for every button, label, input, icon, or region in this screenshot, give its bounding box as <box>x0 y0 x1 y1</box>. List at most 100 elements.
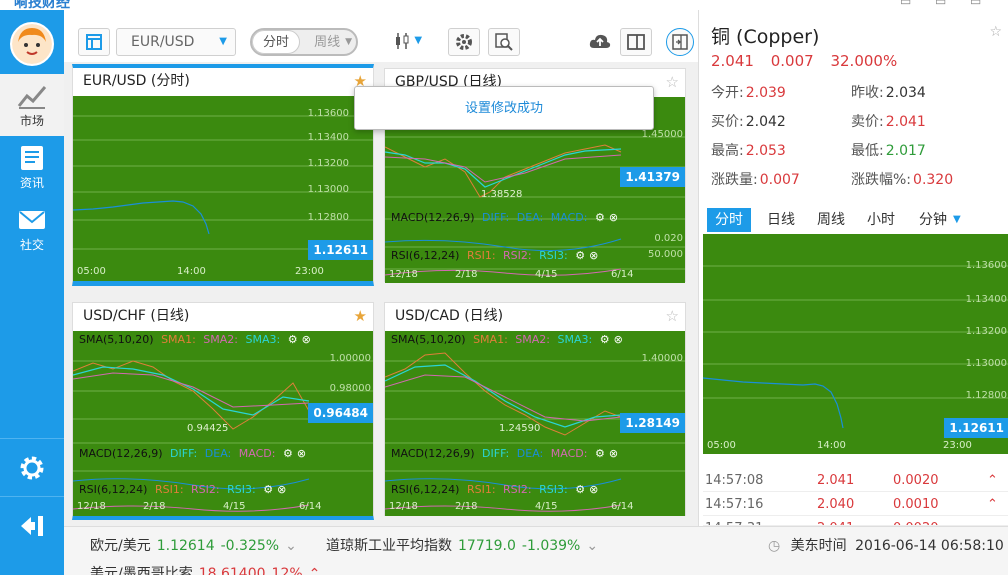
rsi2: RSI2: <box>191 483 220 496</box>
close-icon[interactable]: ⊗ <box>589 249 598 262</box>
chart-area[interactable]: 1.13600 1.13400 1.13200 1.13000 1.12800 … <box>73 96 373 281</box>
settings-icon[interactable]: ⚙ <box>263 483 273 496</box>
x-tick: 12/18 <box>389 269 418 280</box>
star-icon[interactable]: ☆ <box>989 24 1002 40</box>
market-ticker: 欧元/美元 1.12614 -0.325% ⌄ 道琼斯工业平均指数 17719.0 -1.… <box>64 526 1008 575</box>
x-tick: 4/15 <box>535 269 558 280</box>
star-icon[interactable]: ☆ <box>666 303 679 329</box>
settings-icon[interactable]: ⚙ <box>288 333 298 346</box>
y-tick: 1.13200 <box>307 158 349 169</box>
trade-volume: 0.0020 <box>893 473 939 488</box>
tab-hourly[interactable]: 小时 <box>867 208 895 232</box>
nav-item-social[interactable]: 社交 <box>0 198 64 260</box>
ticker-name: 道琼斯工业平均指数 <box>326 538 452 554</box>
stat-change-pct: 涨跌幅%: 0.320 <box>851 172 954 188</box>
close-icon[interactable]: ⊗ <box>609 211 618 224</box>
up-arrow-icon: ⌃ <box>308 566 321 575</box>
star-icon[interactable]: ★ <box>354 303 367 329</box>
trade-time: 14:57:16 <box>705 497 764 512</box>
price-tag: 1.12611 <box>944 418 1008 438</box>
chart-panel-eurusd[interactable]: EUR/USD (分时) ★ 1.13600 1.13400 1.13200 1.… <box>72 64 374 286</box>
trade-price: 2.041 <box>817 518 854 525</box>
macd-diff: DIFF: <box>170 447 198 460</box>
y-tick: 1.40000 <box>641 353 683 364</box>
x-tick: 05:00 <box>77 266 106 277</box>
chart-area[interactable]: SMA(5,10,20) SMA1: SMA2: SMA3: ⚙ ⊗ 1.4000… <box>385 331 685 516</box>
settings-icon[interactable]: ⚙ <box>595 447 605 460</box>
close-icon[interactable]: ⊗ <box>297 447 306 460</box>
symbol-select[interactable]: EUR/USD ▼ <box>116 28 236 56</box>
app-window: 嗬技财经 ▭ ▭ ▭ 市场 资讯 社交 EUR/USD ▼ 分时 周线 ▼ ▼ … <box>0 0 1008 575</box>
magnifier-icon <box>495 33 513 51</box>
star-icon[interactable]: ☆ <box>666 69 679 95</box>
gear-icon <box>20 456 44 480</box>
close-icon[interactable]: ⊗ <box>302 333 311 346</box>
settings-button[interactable] <box>448 28 480 56</box>
chart-mode-toggle[interactable]: 分时 周线 ▼ <box>250 28 358 56</box>
ticker-value: 1.12614 <box>156 538 215 554</box>
detail-chart[interactable]: 1.13600 1.13400 1.13200 1.13000 1.12800 … <box>703 234 1008 454</box>
chart-panel-usdcad[interactable]: USD/CAD (日线) ☆ SMA(5,10,20) SMA1: SMA2: S… <box>384 302 686 516</box>
x-tick: 6/14 <box>299 501 322 512</box>
chart-area[interactable]: SMA(5,10,20) SMA1: SMA2: SMA3: ⚙ ⊗ 1.0000… <box>73 331 373 516</box>
mode-realtime[interactable]: 分时 <box>252 30 301 54</box>
nav-item-news[interactable]: 资讯 <box>0 136 64 198</box>
chart-panel-usdchf[interactable]: USD/CHF (日线) ★ SMA(5,10,20) SMA1: SMA2: S… <box>72 302 374 520</box>
tab-minute[interactable]: 分钟 <box>919 208 947 232</box>
sma-label: SMA(5,10,20) <box>391 333 466 346</box>
ticker-item[interactable]: 欧元/美元 1.12614 -0.325% ⌄ <box>90 535 297 555</box>
tab-daily[interactable]: 日线 <box>767 208 795 232</box>
chevron-down-icon[interactable]: ▼ <box>953 208 961 232</box>
close-icon[interactable]: ⊗ <box>277 483 286 496</box>
price-tag: 1.28149 <box>620 413 685 433</box>
current-price: 2.041 <box>711 52 754 70</box>
logout-button[interactable] <box>0 496 64 554</box>
ticker-item[interactable]: 美元/墨西哥比索 18.61400 12% ⌃ <box>90 563 320 575</box>
x-tick: 14:00 <box>817 440 846 451</box>
restore-icon[interactable]: ▭ <box>935 0 946 8</box>
stat-bid: 买价: 2.042 <box>711 114 786 130</box>
close-icon[interactable]: ⊗ <box>589 483 598 496</box>
collapse-panel-button[interactable] <box>666 28 694 56</box>
ticker-item[interactable]: 道琼斯工业平均指数 17719.0 -1.039% ⌄ <box>326 535 598 555</box>
minimize-icon[interactable]: ▭ <box>900 0 911 8</box>
close-icon[interactable]: ⊗ <box>609 447 618 460</box>
clock-label: 美东时间 <box>790 538 847 554</box>
settings-icon[interactable]: ⚙ <box>283 447 293 460</box>
settings-icon[interactable]: ⚙ <box>600 333 610 346</box>
settings-icon[interactable]: ⚙ <box>575 483 585 496</box>
nav-item-market[interactable]: 市场 <box>0 74 64 136</box>
layout-button[interactable] <box>78 28 110 56</box>
rsi-label: RSI(6,12,24) <box>391 249 460 262</box>
close-icon[interactable]: ⊗ <box>614 333 623 346</box>
sma1: SMA1: <box>473 333 508 346</box>
settings-icon[interactable]: ⚙ <box>595 211 605 224</box>
avatar[interactable] <box>10 22 54 66</box>
ticker-change: -1.039% <box>521 538 581 554</box>
rsi-label: RSI(6,12,24) <box>79 483 148 496</box>
trade-price: 2.041 <box>817 473 855 488</box>
settings-button[interactable] <box>0 438 64 496</box>
mode-weekly[interactable]: 周线 <box>304 31 350 54</box>
macd-macd: MACD: <box>238 447 276 460</box>
macd-label: MACD(12,26,9) <box>79 447 163 460</box>
x-tick: 2/18 <box>455 269 478 280</box>
nav-item-label: 资讯 <box>19 176 44 190</box>
settings-icon[interactable]: ⚙ <box>575 249 585 262</box>
panel-title: EUR/USD (分时) <box>83 73 190 89</box>
inspect-button[interactable] <box>488 28 520 56</box>
macd-label: MACD(12,26,9) <box>391 447 475 460</box>
x-tick: 12/18 <box>77 501 106 512</box>
cloud-sync-button[interactable] <box>584 28 616 56</box>
clock-time: 2016-06-14 06:58:10 <box>855 538 1004 554</box>
y-tick: 1.13600 <box>965 260 1007 271</box>
close-icon[interactable]: ▭ <box>970 0 981 8</box>
cloud-upload-icon <box>589 34 611 48</box>
tab-weekly[interactable]: 周线 <box>817 208 845 232</box>
tab-realtime[interactable]: 分时 <box>707 208 751 232</box>
split-view-button[interactable] <box>620 28 652 56</box>
app-title: 嗬技财经 <box>14 0 70 10</box>
trade-row: 14:57:16 2.040 0.0010 ⌃ <box>703 494 1008 516</box>
y-tick: 1.13400 <box>307 132 349 143</box>
candle-type-select[interactable]: ▼ <box>380 28 436 56</box>
